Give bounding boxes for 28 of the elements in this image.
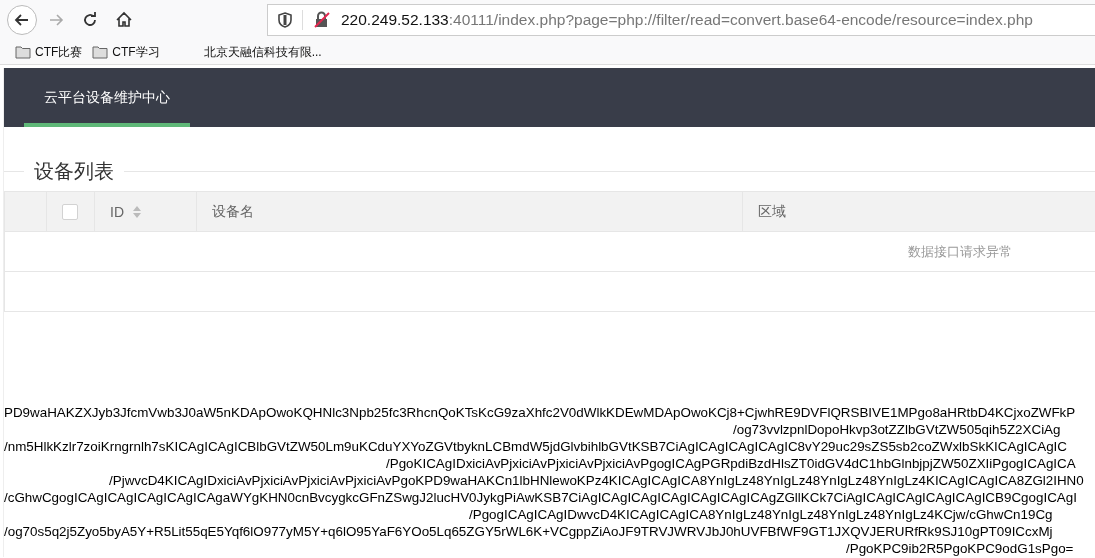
output-text-line: /PgoKPC9ib2R5PgoKPC9odG1sPgo=: [846, 540, 1074, 557]
section-title: 设备列表: [33, 158, 115, 184]
output-text-line: /PjwvcD4KICAgIDxiciAvPjxiciAvPjxiciAvPjxiciAvPgoKPD9waHAKCn1lbHNlewoKPz4KICAgICAgICA8YnIgLz48YnIgLz48YnIgLz48YnIgLz4KICAgICAgICA8ZGl2IHN0: [109, 472, 1084, 489]
folder-icon: [15, 45, 31, 59]
bookmark-item[interactable]: 北京天融信科技有限...: [169, 43, 328, 61]
reload-icon[interactable]: [82, 12, 98, 28]
output-text-line: /nm5HlkKzlr7zoiKrngrnlh7sKICAgICAgICBlbGVtZW50Lm9uKCduYXYoZGVtbyknLCBmdW5jdGlvbihlbGVtKSB7CiAgICAgICAgICAgIC8vY29uc29sZS5sb2coZWxlbSkKICAgICAgIC: [4, 438, 1067, 455]
output-text-line: /PgogICAgICAgIDwvcD4KICAgICAgICA8YnIgLz48YnIgLz48YnIgLz48YnIgLz4KCjw/cGhwCn19Cg: [469, 506, 1053, 523]
select-all-checkbox[interactable]: [62, 203, 78, 220]
shield-icon: [278, 12, 292, 28]
column-header: 区域: [758, 202, 786, 221]
nav-tab[interactable]: 云平台设备维护中心: [24, 68, 190, 127]
insecure-lock-icon: [313, 11, 331, 29]
output-text-line: /PgoKICAgIDxiciAvPjxiciAvPjxiciAvPjxiciAvPgogICAgPGRpdiBzdHlsZT0idGV4dC1hbGlnbjpjZW50ZXIiPgogICAgICA: [386, 455, 1076, 472]
home-icon[interactable]: [115, 11, 133, 29]
column-header: 设备名: [212, 202, 254, 221]
output-text-line: PD9waHAKZXJyb3JfcmVwb3J0aW5nKDApOwoKQHNlc3Npb25fc3RhcnQoKTsKcG9zaXhfc2V0dWlkKDEwMDApOwoKCj8+CjwhRE9DVFlQRSBIVE1MPgo8aHRtbD4KCjxoZWFkP: [4, 404, 1076, 421]
column-header[interactable]: ID: [110, 203, 124, 220]
bookmark-item[interactable]: CTF学习: [92, 43, 166, 61]
bookmark-item[interactable]: CTF比赛: [15, 43, 89, 61]
output-text-line: /og73vvlzpnlDopoHkvp3otZZlbGVtZW505qih5Z2XCiAg: [733, 421, 1061, 438]
error-message: 数据接口请求异常: [908, 242, 1012, 261]
back-button[interactable]: [7, 5, 37, 35]
output-text-line: /og70s5q2j5Zyo5byA5Y+R5Lit55qE5Yqf6lO977yM5Y+q6lO95YaF6YOo5Lq65ZGY5rWL6K+VCgppZiAoJF9TRVJWRVJbJ0hUVFBfWF9GT1JXQVJERURfRk9SJ10gPT09ICcxMj: [4, 523, 1053, 540]
address-bar[interactable]: 220.249.52.133:40111/index.php?page=php://filter/read=convert.base64-encode/resource=index.php: [267, 4, 1095, 36]
folder-icon: [92, 45, 109, 59]
url-text: 220.249.52.133:40111/index.php?page=php://filter/read=convert.base64-encode/resource=index.php: [341, 11, 1033, 29]
output-text-line: /cGhwCgogICAgICAgICAgICAgICAgaWYgKHN0cnBvcygkcGFnZSwgJ2lucHV0JykgPiAwKSB7CiAgICAgICAgICAgICAgICAgICAgZGllKCk7CiAgICAgICAgICAgICAgICB9CgogICAgI: [4, 489, 1077, 506]
